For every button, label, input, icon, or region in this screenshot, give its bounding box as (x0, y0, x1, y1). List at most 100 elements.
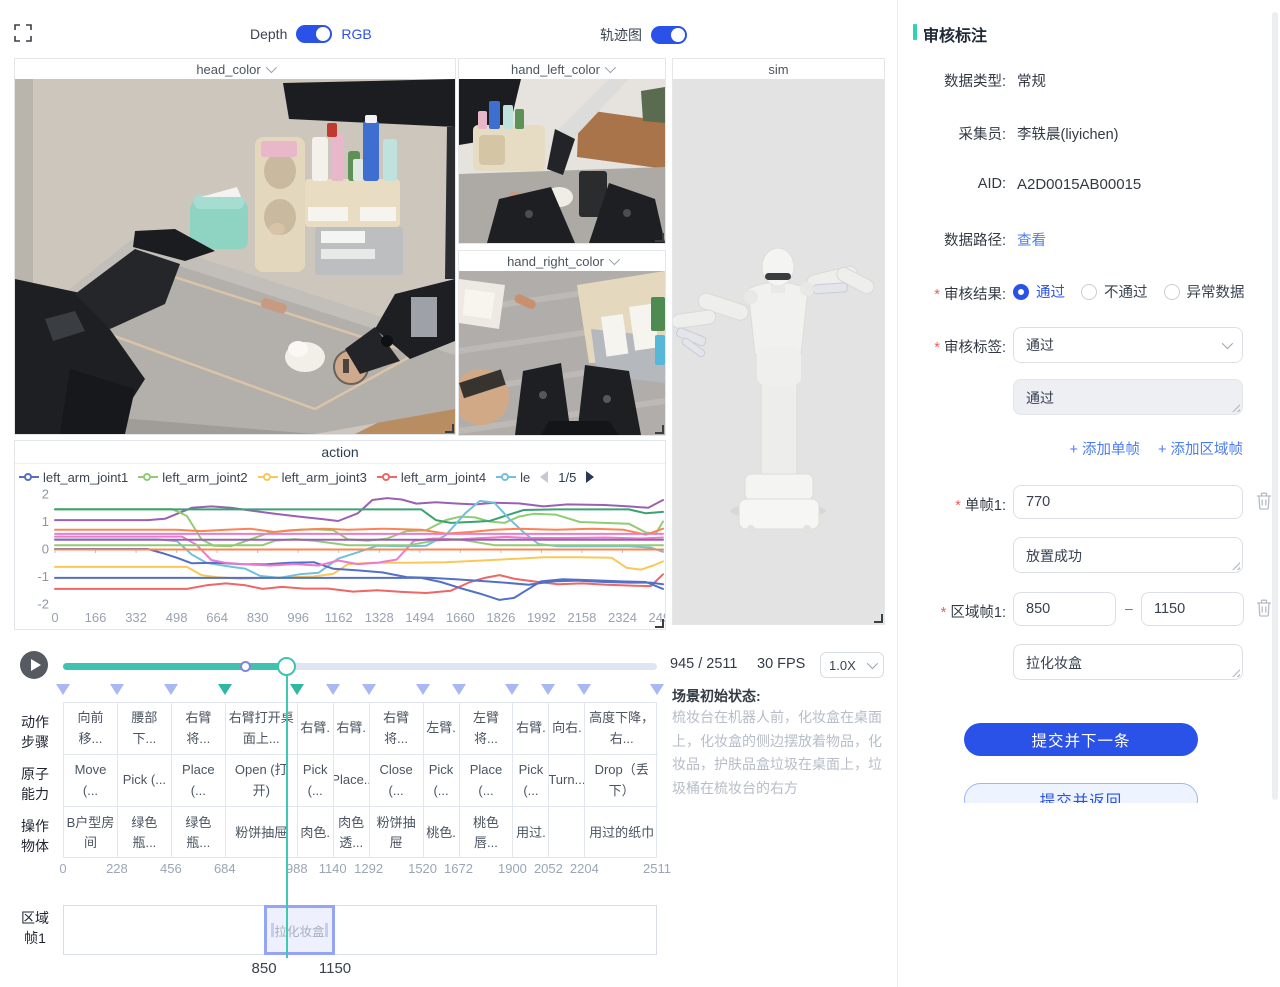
resize-corner-icon[interactable] (445, 424, 454, 433)
radio-option-通过[interactable]: 通过 (1013, 281, 1065, 302)
slider-handle[interactable] (277, 657, 296, 676)
frame-axis-label-456: 456 (160, 861, 182, 876)
step-marker-2511[interactable] (650, 684, 664, 695)
step-cell: 右臂. (334, 703, 369, 755)
review-tag-note[interactable]: 通过 (1013, 379, 1243, 415)
radio-icon[interactable] (1164, 284, 1180, 300)
add-single-frame-link[interactable]: + 添加单帧 (1070, 438, 1141, 459)
row-label-atomic-skill: 原子能力 (20, 764, 50, 804)
single-frame-input[interactable] (1013, 485, 1243, 519)
step-column-6[interactable]: 右臂.Place..肉色透... (334, 703, 370, 857)
submit-next-button[interactable]: 提交并下一条 (964, 723, 1198, 756)
step-column-8[interactable]: 左臂.Pick (...桃色. (424, 703, 460, 857)
resize-corner-icon[interactable] (655, 619, 664, 628)
region-row-label: 区域帧1 (20, 908, 50, 948)
step-marker-1672[interactable] (452, 684, 466, 695)
step-marker-1292[interactable] (362, 684, 376, 695)
toggle-knob (316, 27, 330, 41)
camera-header-hand-left[interactable]: hand_left_color (459, 59, 665, 79)
resize-corner-icon[interactable] (655, 233, 664, 242)
step-marker-2052[interactable] (541, 684, 555, 695)
depth-rgb-toggle[interactable] (296, 25, 332, 43)
play-button[interactable] (20, 651, 48, 679)
step-marker-1520[interactable] (416, 684, 430, 695)
frame-axis-label-2052: 2052 (534, 861, 563, 876)
region-grip-right[interactable] (325, 923, 328, 937)
step-column-3[interactable]: 右臂将...Place (...绿色瓶... (172, 703, 226, 857)
speed-value: 1.0X (829, 658, 856, 673)
step-cell: Pick (... (513, 755, 548, 807)
frame-axis-label-988: 988 (286, 861, 308, 876)
resize-corner-icon[interactable] (874, 614, 883, 623)
radio-label: 异常数据 (1187, 281, 1245, 302)
radio-icon[interactable] (1081, 284, 1097, 300)
frame-axis-label-684: 684 (214, 861, 236, 876)
step-marker-456[interactable] (164, 684, 178, 695)
step-marker-684[interactable] (218, 684, 232, 695)
step-column-1[interactable]: 向前移...Move (...B户型房间 (64, 703, 118, 857)
review-tag-select[interactable]: 通过 (1013, 327, 1243, 363)
sim-viewport[interactable] (673, 79, 884, 624)
sim-header[interactable]: sim (673, 59, 884, 79)
svg-text:0: 0 (51, 610, 58, 625)
step-column-7[interactable]: 右臂将...Close (...粉饼抽屉 (370, 703, 424, 857)
step-column-12[interactable]: 高度下降，右...Drop（丢下）用过的纸巾 (585, 703, 658, 857)
resize-corner-icon[interactable] (655, 425, 664, 434)
svg-text:1328: 1328 (365, 610, 394, 625)
svg-text:1494: 1494 (405, 610, 434, 625)
trajectory-toggle[interactable] (651, 26, 687, 44)
region-end-label: 1150 (319, 960, 351, 977)
step-marker-988[interactable] (290, 684, 304, 695)
hand-right-camera-image (459, 271, 665, 435)
step-cell: Pick (... (424, 755, 459, 807)
panel-scrollbar[interactable] (1272, 12, 1278, 800)
step-marker-2204[interactable] (577, 684, 591, 695)
region-start-input[interactable] (1013, 592, 1116, 626)
chevron-down-icon (609, 254, 620, 265)
step-cell: 肉色透... (334, 807, 369, 859)
frame-axis-label-1672: 1672 (444, 861, 473, 876)
step-cell: 绿色瓶... (118, 807, 171, 859)
step-marker-0[interactable] (56, 684, 70, 695)
step-column-11[interactable]: 向右.Turn... (549, 703, 585, 857)
data-path-label: 数据路径: (903, 229, 1006, 250)
step-column-2[interactable]: 腰部下...Pick (...绿色瓶... (118, 703, 172, 857)
step-column-9[interactable]: 左臂将...Place (...桃色唇... (460, 703, 514, 857)
step-column-10[interactable]: 右臂.Pick (...用过. (513, 703, 549, 857)
step-cell: 肉色. (298, 807, 333, 859)
camera-header-head[interactable]: head_color (15, 59, 455, 79)
camera-header-hand-right[interactable]: hand_right_color (459, 251, 665, 271)
step-marker-228[interactable] (110, 684, 124, 695)
region-track[interactable] (63, 905, 657, 955)
submit-back-button[interactable]: 提交并返回 (964, 783, 1198, 803)
region-grip-left[interactable] (271, 923, 274, 937)
step-marker-1140[interactable] (326, 684, 340, 695)
step-column-5[interactable]: 右臂.Pick (...肉色. (298, 703, 334, 857)
region-end-input[interactable] (1141, 592, 1244, 626)
fullscreen-icon[interactable] (14, 24, 32, 42)
region-frame-note[interactable]: 拉化妆盒 (1013, 644, 1243, 680)
review-result-radios: 通过不通过 异常数据 (1013, 281, 1245, 302)
radio-option-异常数据[interactable]: 异常数据 (1164, 281, 1245, 302)
step-marker-1900[interactable] (505, 684, 519, 695)
sim-robot-render (673, 79, 884, 624)
radio-option-不通过[interactable]: 不通过 (1081, 281, 1148, 302)
single-frame-marker-dot[interactable] (240, 661, 251, 672)
radio-selected-icon[interactable] (1013, 284, 1029, 300)
toggle-knob (671, 28, 685, 42)
review-result-label: 审核结果: (903, 283, 1006, 304)
step-table[interactable]: 向前移...Move (...B户型房间腰部下...Pick (...绿色瓶..… (63, 702, 657, 858)
region-block[interactable]: 拉化妆盒 (264, 905, 335, 955)
step-cell: 用过. (513, 807, 548, 859)
camera-panel-head: head_color (14, 58, 456, 435)
speed-select[interactable]: 1.0X (820, 652, 884, 678)
head-camera-image (15, 79, 455, 434)
single-frame-note[interactable]: 放置成功 (1013, 537, 1243, 573)
data-path-link[interactable]: 查看 (1017, 229, 1046, 250)
svg-text:2158: 2158 (567, 610, 596, 625)
step-cell: 向右. (549, 703, 584, 755)
add-region-frame-link[interactable]: + 添加区域帧 (1158, 438, 1243, 459)
camera-title-hand-right: hand_right_color (507, 254, 604, 269)
step-cell: Pick (... (118, 755, 171, 807)
single-frame-label: 单帧1: (903, 494, 1006, 515)
